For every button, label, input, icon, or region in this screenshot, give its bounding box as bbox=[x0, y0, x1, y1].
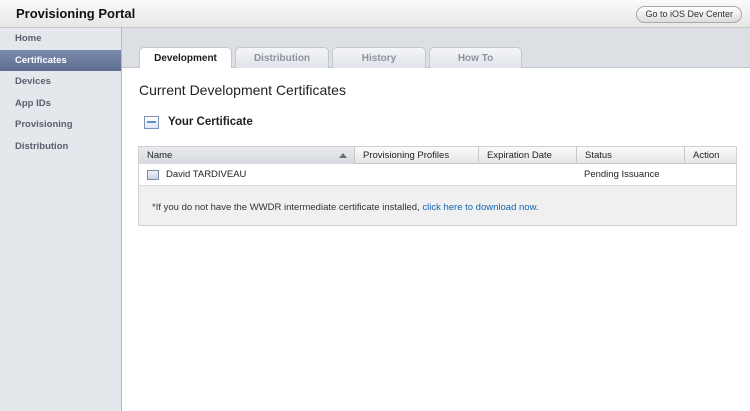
note-period: . bbox=[535, 202, 539, 213]
cell-name: David TARDIVEAU bbox=[166, 169, 247, 180]
sidebar-item-certificates[interactable]: Certificates bbox=[0, 49, 121, 71]
sidebar-item-distribution[interactable]: Distribution bbox=[0, 136, 121, 158]
sidebar-item-provisioning[interactable]: Provisioning bbox=[0, 114, 121, 136]
section-title: Your Certificate bbox=[168, 116, 253, 128]
certificate-icon bbox=[147, 170, 159, 180]
table-row: David TARDIVEAU Pending Issuance bbox=[139, 164, 736, 186]
column-header-name[interactable]: Name bbox=[139, 147, 354, 164]
column-label: Name bbox=[147, 150, 173, 161]
sidebar-item-home[interactable]: Home bbox=[0, 28, 121, 50]
note-text: *If you do not have the WWDR intermediat… bbox=[152, 202, 423, 213]
column-header-action: Action bbox=[684, 147, 736, 164]
portal-title: Provisioning Portal bbox=[16, 6, 136, 21]
sidebar-item-app-ids[interactable]: App IDs bbox=[0, 93, 121, 115]
column-header-provisioning-profiles: Provisioning Profiles bbox=[354, 147, 478, 164]
download-wwdr-link[interactable]: click here to download now bbox=[422, 202, 536, 213]
wwdr-note: *If you do not have the WWDR intermediat… bbox=[152, 202, 539, 213]
sidebar-item-devices[interactable]: Devices bbox=[0, 71, 121, 93]
ios-dev-center-button[interactable]: Go to iOS Dev Center bbox=[636, 6, 742, 23]
top-bar: Provisioning Portal Go to iOS Dev Center bbox=[0, 0, 750, 28]
sort-ascending-icon bbox=[339, 153, 347, 158]
tab-development[interactable]: Development bbox=[139, 47, 232, 70]
certificates-table: Name Provisioning Profiles Expiration Da… bbox=[138, 146, 737, 226]
certificate-icon bbox=[144, 116, 159, 129]
main-content: Current Development Certificates Your Ce… bbox=[122, 68, 750, 411]
table-header: Name Provisioning Profiles Expiration Da… bbox=[139, 147, 736, 164]
tab-history[interactable]: History bbox=[332, 47, 426, 69]
sidebar: Home Certificates Devices App IDs Provis… bbox=[0, 28, 122, 411]
tab-how-to[interactable]: How To bbox=[429, 47, 522, 69]
tab-bar: Development Distribution History How To bbox=[122, 28, 750, 70]
column-header-status: Status bbox=[576, 147, 684, 164]
cell-status: Pending Issuance bbox=[584, 169, 660, 180]
page-title: Current Development Certificates bbox=[139, 82, 346, 98]
column-header-expiration-date: Expiration Date bbox=[478, 147, 576, 164]
tab-distribution[interactable]: Distribution bbox=[235, 47, 329, 69]
